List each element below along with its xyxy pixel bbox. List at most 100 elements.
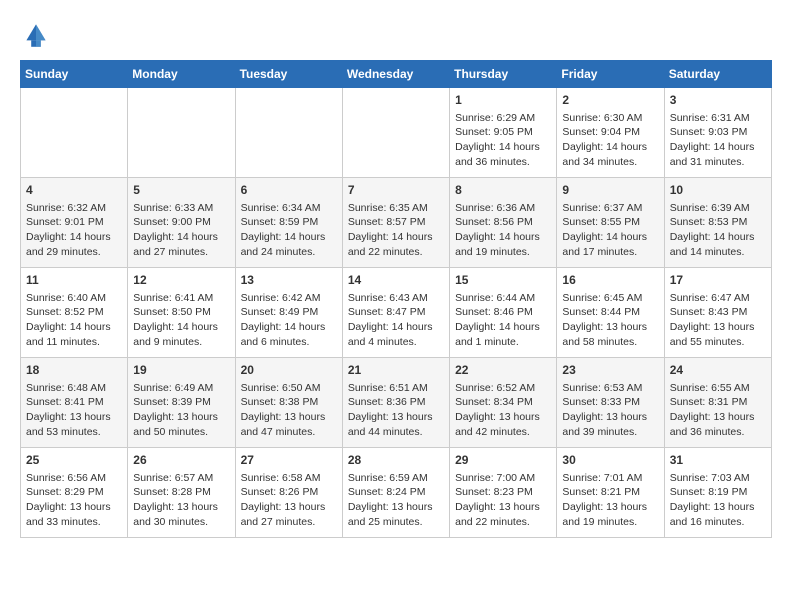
day-number: 30 xyxy=(562,452,658,469)
day-info: Sunrise: 6:40 AM xyxy=(26,291,122,306)
calendar-cell: 22Sunrise: 6:52 AMSunset: 8:34 PMDayligh… xyxy=(450,358,557,448)
calendar-cell: 1Sunrise: 6:29 AMSunset: 9:05 PMDaylight… xyxy=(450,88,557,178)
day-number: 1 xyxy=(455,92,551,109)
day-info: Daylight: 14 hours and 34 minutes. xyxy=(562,140,658,169)
day-info: Sunrise: 7:00 AM xyxy=(455,471,551,486)
day-number: 14 xyxy=(348,272,444,289)
day-number: 28 xyxy=(348,452,444,469)
day-number: 26 xyxy=(133,452,229,469)
header-day-friday: Friday xyxy=(557,61,664,88)
header-day-tuesday: Tuesday xyxy=(235,61,342,88)
calendar-cell: 6Sunrise: 6:34 AMSunset: 8:59 PMDaylight… xyxy=(235,178,342,268)
day-number: 15 xyxy=(455,272,551,289)
day-info: Sunrise: 7:01 AM xyxy=(562,471,658,486)
day-info: Sunrise: 6:58 AM xyxy=(241,471,337,486)
day-info: Sunset: 8:46 PM xyxy=(455,305,551,320)
day-info: Sunrise: 6:39 AM xyxy=(670,201,766,216)
day-number: 23 xyxy=(562,362,658,379)
calendar-cell: 3Sunrise: 6:31 AMSunset: 9:03 PMDaylight… xyxy=(664,88,771,178)
day-number: 17 xyxy=(670,272,766,289)
calendar-cell xyxy=(21,88,128,178)
day-number: 29 xyxy=(455,452,551,469)
week-row-3: 11Sunrise: 6:40 AMSunset: 8:52 PMDayligh… xyxy=(21,268,772,358)
day-info: Sunrise: 6:36 AM xyxy=(455,201,551,216)
calendar-table: SundayMondayTuesdayWednesdayThursdayFrid… xyxy=(20,60,772,538)
day-info: Sunset: 8:39 PM xyxy=(133,395,229,410)
day-number: 2 xyxy=(562,92,658,109)
day-info: Sunset: 8:34 PM xyxy=(455,395,551,410)
day-info: Daylight: 13 hours and 44 minutes. xyxy=(348,410,444,439)
week-row-4: 18Sunrise: 6:48 AMSunset: 8:41 PMDayligh… xyxy=(21,358,772,448)
calendar-cell: 15Sunrise: 6:44 AMSunset: 8:46 PMDayligh… xyxy=(450,268,557,358)
day-info: Sunset: 8:53 PM xyxy=(670,215,766,230)
day-info: Daylight: 13 hours and 22 minutes. xyxy=(455,500,551,529)
page: SundayMondayTuesdayWednesdayThursdayFrid… xyxy=(0,0,792,556)
day-info: Daylight: 14 hours and 14 minutes. xyxy=(670,230,766,259)
day-info: Sunrise: 6:56 AM xyxy=(26,471,122,486)
day-info: Sunset: 9:00 PM xyxy=(133,215,229,230)
calendar-cell: 7Sunrise: 6:35 AMSunset: 8:57 PMDaylight… xyxy=(342,178,449,268)
day-info: Sunrise: 6:32 AM xyxy=(26,201,122,216)
day-number: 24 xyxy=(670,362,766,379)
day-info: Daylight: 13 hours and 25 minutes. xyxy=(348,500,444,529)
day-info: Daylight: 13 hours and 16 minutes. xyxy=(670,500,766,529)
day-info: Sunrise: 6:41 AM xyxy=(133,291,229,306)
day-info: Sunrise: 6:42 AM xyxy=(241,291,337,306)
day-info: Sunset: 8:50 PM xyxy=(133,305,229,320)
logo xyxy=(20,18,56,50)
calendar-cell: 28Sunrise: 6:59 AMSunset: 8:24 PMDayligh… xyxy=(342,448,449,538)
logo-icon xyxy=(20,18,52,50)
day-info: Daylight: 13 hours and 33 minutes. xyxy=(26,500,122,529)
day-info: Sunrise: 6:51 AM xyxy=(348,381,444,396)
day-number: 27 xyxy=(241,452,337,469)
day-info: Sunrise: 6:31 AM xyxy=(670,111,766,126)
day-info: Daylight: 13 hours and 30 minutes. xyxy=(133,500,229,529)
day-info: Daylight: 13 hours and 53 minutes. xyxy=(26,410,122,439)
day-info: Sunrise: 6:33 AM xyxy=(133,201,229,216)
day-number: 5 xyxy=(133,182,229,199)
day-number: 8 xyxy=(455,182,551,199)
day-info: Sunrise: 6:49 AM xyxy=(133,381,229,396)
day-info: Sunrise: 6:30 AM xyxy=(562,111,658,126)
day-info: Sunrise: 6:44 AM xyxy=(455,291,551,306)
day-number: 16 xyxy=(562,272,658,289)
calendar-cell xyxy=(342,88,449,178)
calendar-cell: 16Sunrise: 6:45 AMSunset: 8:44 PMDayligh… xyxy=(557,268,664,358)
calendar-cell: 2Sunrise: 6:30 AMSunset: 9:04 PMDaylight… xyxy=(557,88,664,178)
day-info: Sunrise: 6:55 AM xyxy=(670,381,766,396)
day-info: Daylight: 14 hours and 19 minutes. xyxy=(455,230,551,259)
day-info: Sunset: 8:33 PM xyxy=(562,395,658,410)
day-info: Daylight: 14 hours and 31 minutes. xyxy=(670,140,766,169)
day-info: Sunset: 8:49 PM xyxy=(241,305,337,320)
day-info: Sunrise: 6:37 AM xyxy=(562,201,658,216)
day-info: Sunset: 8:43 PM xyxy=(670,305,766,320)
calendar-cell: 19Sunrise: 6:49 AMSunset: 8:39 PMDayligh… xyxy=(128,358,235,448)
calendar-cell: 8 Sunrise: 6:36 AMSunset: 8:56 PMDaylight… xyxy=(450,178,557,268)
day-info: Sunset: 8:19 PM xyxy=(670,485,766,500)
day-info: Sunset: 9:05 PM xyxy=(455,125,551,140)
day-info: Sunset: 8:56 PM xyxy=(455,215,551,230)
day-info: Sunset: 8:59 PM xyxy=(241,215,337,230)
day-info: Sunrise: 6:35 AM xyxy=(348,201,444,216)
calendar-cell: 21Sunrise: 6:51 AMSunset: 8:36 PMDayligh… xyxy=(342,358,449,448)
day-info: Sunset: 8:41 PM xyxy=(26,395,122,410)
day-info: Sunrise: 6:45 AM xyxy=(562,291,658,306)
day-number: 21 xyxy=(348,362,444,379)
day-info: Sunset: 8:38 PM xyxy=(241,395,337,410)
day-info: Daylight: 14 hours and 6 minutes. xyxy=(241,320,337,349)
day-info: Sunset: 8:28 PM xyxy=(133,485,229,500)
header-day-saturday: Saturday xyxy=(664,61,771,88)
day-info: Sunset: 8:57 PM xyxy=(348,215,444,230)
header-day-sunday: Sunday xyxy=(21,61,128,88)
calendar-cell: 20Sunrise: 6:50 AMSunset: 8:38 PMDayligh… xyxy=(235,358,342,448)
day-info: Daylight: 14 hours and 27 minutes. xyxy=(133,230,229,259)
day-info: Daylight: 14 hours and 36 minutes. xyxy=(455,140,551,169)
day-info: Sunset: 9:01 PM xyxy=(26,215,122,230)
day-number: 10 xyxy=(670,182,766,199)
calendar-cell: 9Sunrise: 6:37 AMSunset: 8:55 PMDaylight… xyxy=(557,178,664,268)
calendar-cell: 10 Sunrise: 6:39 AMSunset: 8:53 PMDayligh… xyxy=(664,178,771,268)
day-info: Sunset: 8:24 PM xyxy=(348,485,444,500)
week-row-5: 25Sunrise: 6:56 AMSunset: 8:29 PMDayligh… xyxy=(21,448,772,538)
day-number: 25 xyxy=(26,452,122,469)
day-info: Daylight: 13 hours and 27 minutes. xyxy=(241,500,337,529)
